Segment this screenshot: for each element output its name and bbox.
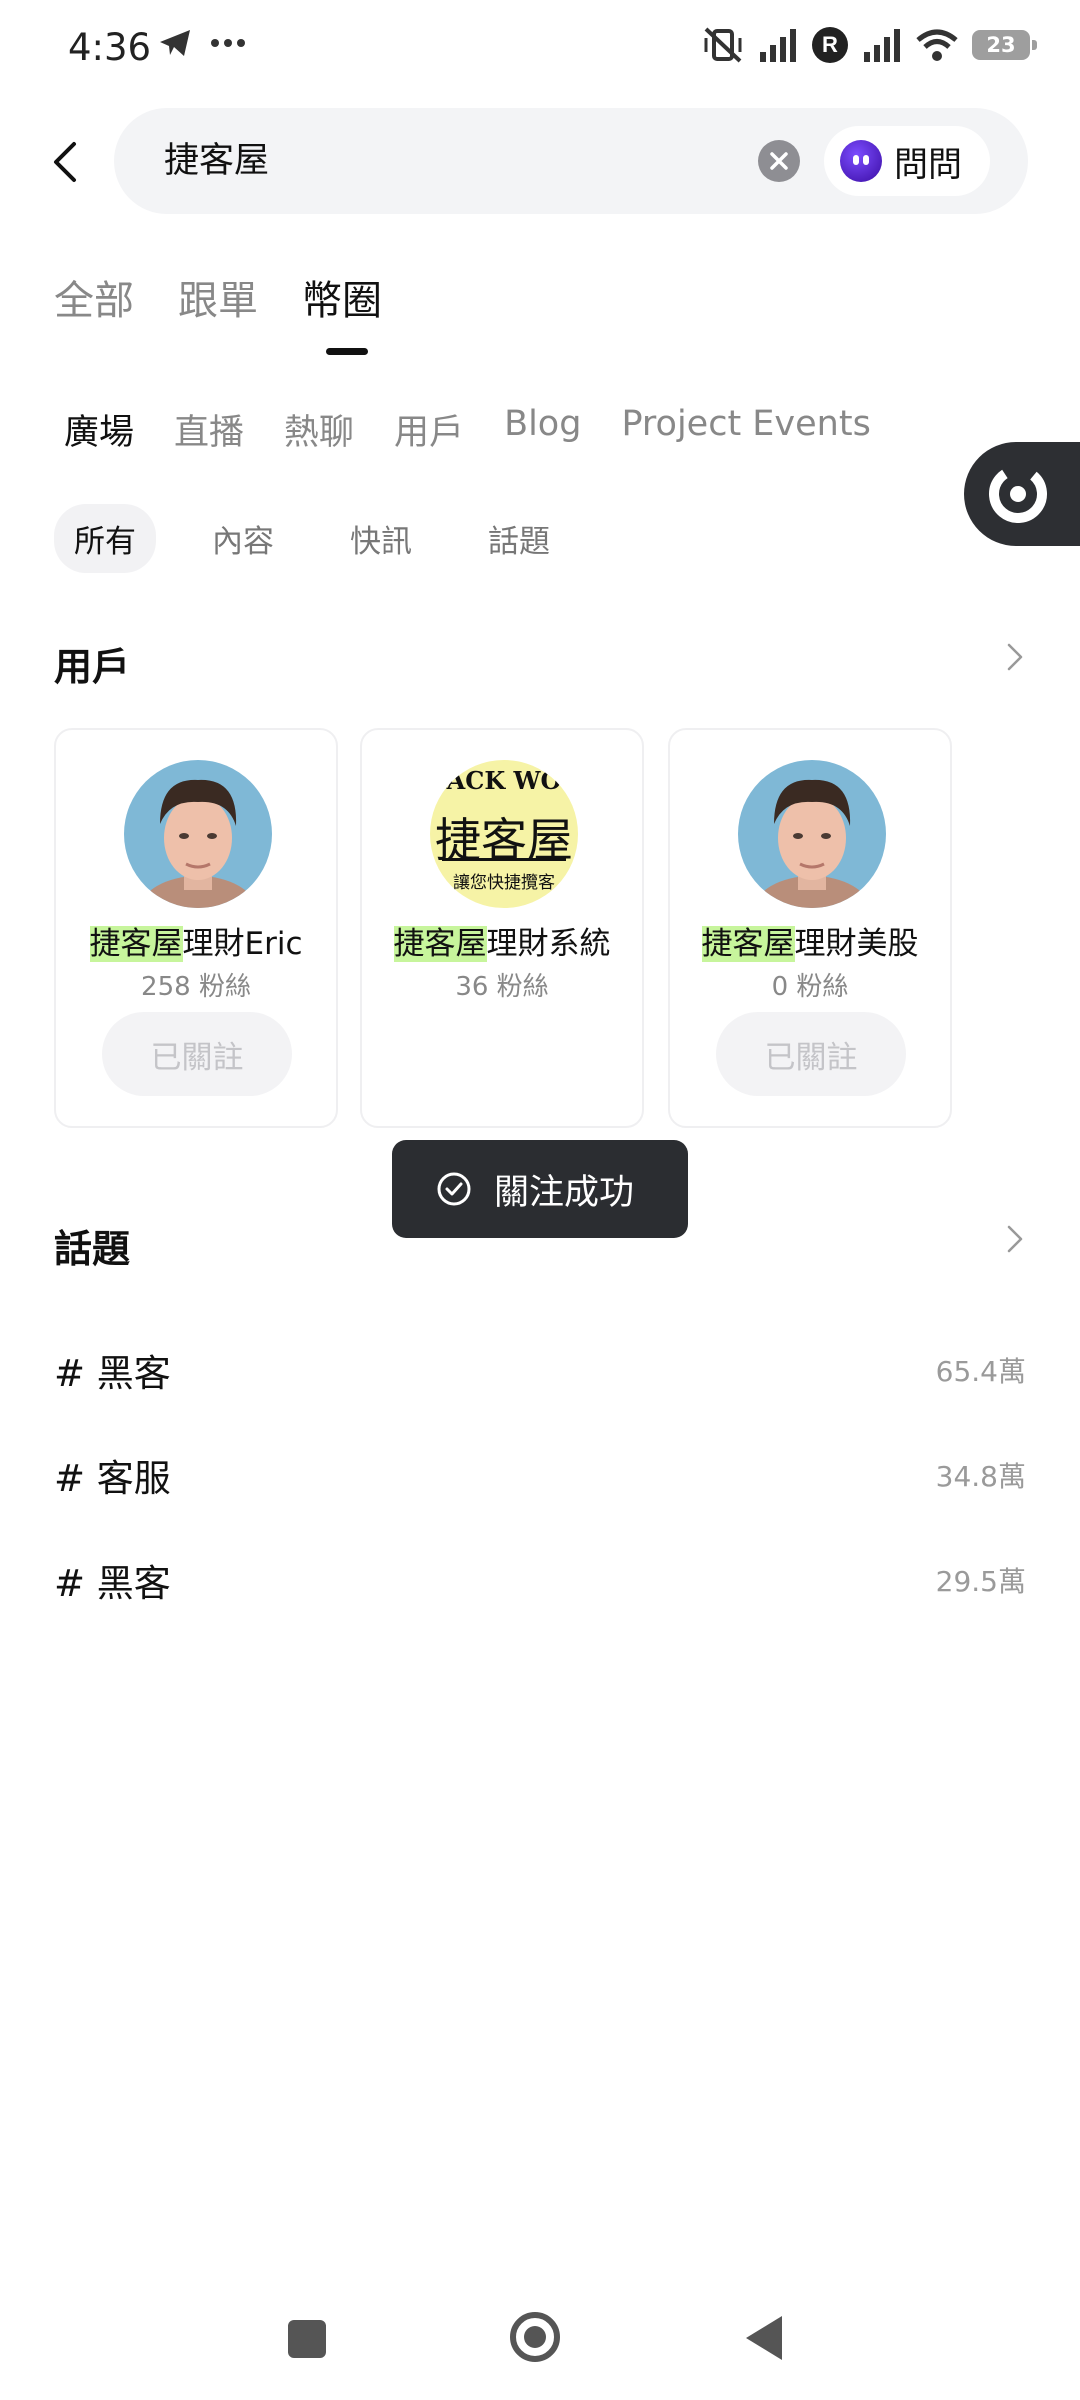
subtab-project-events[interactable]: Project Events	[621, 404, 870, 455]
search-input[interactable]: 捷客屋	[164, 108, 269, 214]
wifi-icon	[916, 29, 958, 61]
signal-icon-2	[864, 29, 900, 62]
follower-count: 36 粉絲	[455, 972, 549, 1002]
follower-count: 258 粉絲	[141, 972, 251, 1002]
sub-tabs: 廣場 直播 熱聊 用戶 Blog Project Events	[64, 404, 871, 455]
user-card[interactable]: ACK WO 捷客屋 讓您快捷攬客 捷客屋理財系統 36 粉絲	[360, 728, 644, 1128]
subtab-blog[interactable]: Blog	[504, 404, 581, 455]
subtab-users[interactable]: 用戶	[394, 404, 464, 455]
status-left-icons	[158, 28, 246, 58]
ai-bot-icon	[840, 140, 882, 182]
search-bar[interactable]: 捷客屋 問問	[114, 108, 1028, 214]
chip-news[interactable]: 快訊	[330, 504, 432, 573]
topic-row[interactable]: # 黑客 29.5萬	[54, 1550, 1026, 1610]
avatar	[124, 760, 272, 908]
topic-count: 65.4萬	[935, 1355, 1026, 1388]
topic-row[interactable]: # 客服 34.8萬	[54, 1445, 1026, 1505]
tab-crypto[interactable]: 幣圈	[302, 268, 382, 326]
subtab-square[interactable]: 廣場	[64, 404, 134, 455]
toast-notification: 關注成功	[392, 1140, 688, 1238]
main-tabs: 全部 跟單 幣圈	[54, 268, 382, 326]
home-button[interactable]	[510, 2312, 560, 2362]
check-circle-icon	[437, 1172, 471, 1206]
users-more-button[interactable]	[1000, 642, 1030, 676]
topic-count: 29.5萬	[935, 1565, 1026, 1598]
user-card[interactable]: 捷客屋理財Eric 258 粉絲 已關註	[54, 728, 338, 1128]
chip-all[interactable]: 所有	[54, 504, 156, 573]
chevron-right-icon	[1007, 643, 1023, 671]
status-right-icons: R 23	[702, 26, 1037, 64]
floating-action-button[interactable]	[964, 442, 1080, 546]
ask-ai-label: 問問	[894, 144, 962, 185]
recent-apps-button[interactable]	[288, 2320, 326, 2358]
ask-ai-button[interactable]: 問問	[824, 126, 990, 196]
topic-name: # 客服	[54, 1457, 171, 1500]
tab-all[interactable]: 全部	[54, 268, 134, 326]
filter-chips: 所有 內容 快訊 話題	[54, 504, 570, 573]
signal-icon	[760, 29, 796, 62]
system-back-button[interactable]	[746, 2316, 782, 2360]
refresh-logo-icon	[989, 465, 1047, 523]
user-card[interactable]: 捷客屋理財美股 0 粉絲 已關註	[668, 728, 952, 1128]
chevron-left-icon	[54, 142, 76, 182]
users-section-title: 用戶	[54, 645, 131, 689]
topic-count: 34.8萬	[935, 1460, 1026, 1493]
vibrate-off-icon	[704, 27, 742, 63]
user-name: 捷客屋理財美股	[701, 926, 919, 962]
clear-search-button[interactable]	[758, 140, 800, 182]
home-icon	[524, 2326, 546, 2348]
avatar	[738, 760, 886, 908]
roaming-icon: R	[812, 27, 848, 63]
more-dots-icon	[211, 39, 245, 47]
topics-section-title: 話題	[54, 1227, 131, 1271]
topic-name: # 黑客	[54, 1562, 171, 1605]
close-icon	[770, 152, 788, 170]
followed-button[interactable]: 已關註	[102, 1012, 292, 1096]
back-button[interactable]	[52, 132, 92, 192]
active-tab-indicator	[326, 348, 368, 355]
subtab-live[interactable]: 直播	[174, 404, 244, 455]
status-time: 4:36	[68, 26, 152, 69]
tab-copy-trading[interactable]: 跟單	[178, 268, 258, 326]
user-name: 捷客屋理財系統	[393, 926, 611, 962]
topics-more-button[interactable]	[1000, 1224, 1030, 1258]
telegram-icon	[160, 30, 190, 56]
topic-row[interactable]: # 黑客 65.4萬	[54, 1340, 1026, 1400]
subtab-hot-chat[interactable]: 熱聊	[284, 404, 354, 455]
chevron-right-icon	[1007, 1225, 1023, 1253]
chip-topics[interactable]: 話題	[468, 504, 570, 573]
user-name: 捷客屋理財Eric	[89, 926, 303, 962]
follower-count: 0 粉絲	[771, 972, 849, 1002]
avatar: ACK WO 捷客屋 讓您快捷攬客	[430, 760, 578, 908]
followed-button[interactable]: 已關註	[716, 1012, 906, 1096]
topic-name: # 黑客	[54, 1352, 171, 1395]
battery-icon: 23	[972, 30, 1037, 60]
chip-content[interactable]: 內容	[192, 504, 294, 573]
toast-text: 關注成功	[494, 1172, 635, 1213]
